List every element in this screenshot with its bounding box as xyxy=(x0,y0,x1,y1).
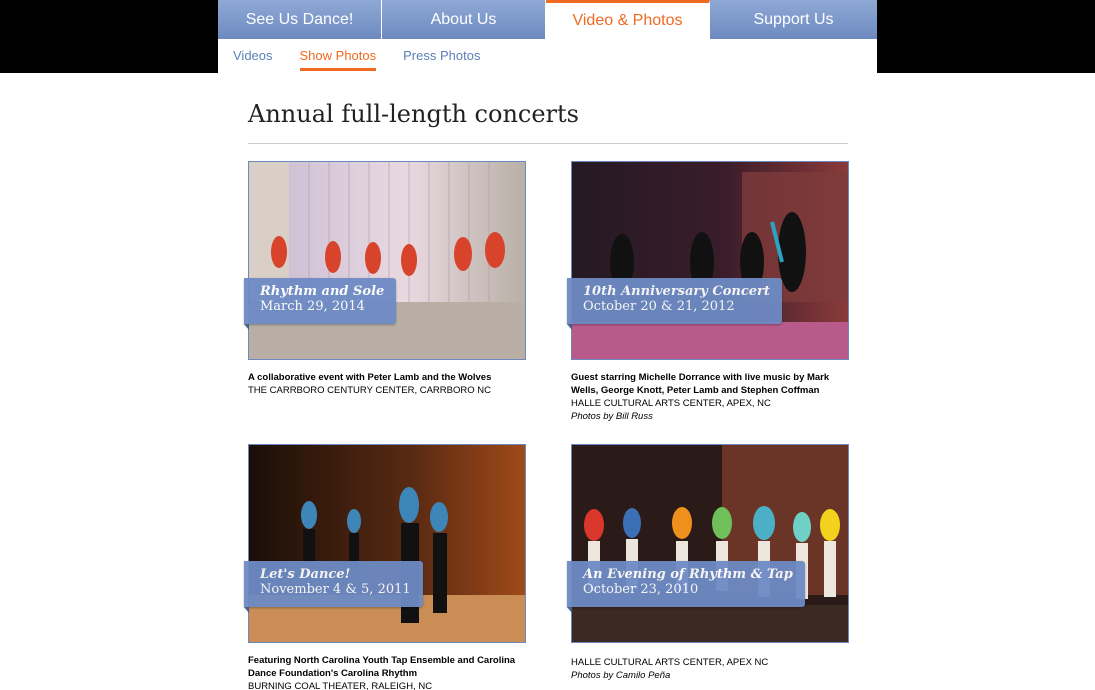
concert-card[interactable]: 10th Anniversary Concert October 20 & 21… xyxy=(567,161,849,423)
event-title: 10th Anniversary Concert xyxy=(583,284,770,299)
stage-photo-dancers xyxy=(572,162,848,359)
main-nav: See Us Dance! About Us Video & Photos Su… xyxy=(218,0,877,39)
event-ribbon: 10th Anniversary Concert October 20 & 21… xyxy=(567,278,782,330)
event-caption: Guest starring Michelle Dorrance with li… xyxy=(571,371,849,423)
concert-card[interactable]: Let's Dance! November 4 & 5, 2011 Featur… xyxy=(244,444,526,690)
tab-about-us[interactable]: About Us xyxy=(382,0,546,39)
subtab-press-photos[interactable]: Press Photos xyxy=(403,48,480,71)
tab-support-us[interactable]: Support Us xyxy=(710,0,877,39)
event-venue: HALLE CULTURAL ARTS CENTER, APEX NC xyxy=(571,657,769,668)
event-caption: Featuring North Carolina Youth Tap Ensem… xyxy=(248,654,526,690)
stage-photo-dancers xyxy=(572,445,848,642)
stage-photo-dancers xyxy=(249,445,525,642)
event-title: Rhythm and Sole xyxy=(260,284,385,299)
event-caption: HALLE CULTURAL ARTS CENTER, APEX NC Phot… xyxy=(571,656,849,682)
event-ribbon: Rhythm and Sole March 29, 2014 xyxy=(244,278,397,330)
event-title: Let's Dance! xyxy=(260,567,351,582)
tab-see-us-dance[interactable]: See Us Dance! xyxy=(218,0,382,39)
concert-photo[interactable]: An Evening of Rhythm & Tap October 23, 2… xyxy=(567,444,849,643)
subtab-videos[interactable]: Videos xyxy=(233,48,273,71)
page-content: See Us Dance! About Us Video & Photos Su… xyxy=(218,0,877,690)
event-venue: HALLE CULTURAL ARTS CENTER, APEX, NC xyxy=(571,398,771,409)
event-date: October 23, 2010 xyxy=(583,582,699,597)
event-ribbon: An Evening of Rhythm & Tap October 23, 2… xyxy=(567,561,805,613)
event-date: October 20 & 21, 2012 xyxy=(583,299,735,314)
subtab-show-photos[interactable]: Show Photos xyxy=(299,48,377,71)
event-caption: A collaborative event with Peter Lamb an… xyxy=(248,371,526,397)
photo-credit: Photos by Bill Russ xyxy=(571,411,653,422)
concert-photo[interactable]: Rhythm and Sole March 29, 2014 xyxy=(244,161,526,360)
event-venue: THE CARRBORO CENTURY CENTER, CARRBORO NC xyxy=(248,385,491,396)
title-divider xyxy=(248,143,848,144)
event-venue: BURNING COAL THEATER, RALEIGH, NC xyxy=(248,681,433,690)
concert-card[interactable]: Rhythm and Sole March 29, 2014 A collabo… xyxy=(244,161,526,397)
left-margin-block xyxy=(0,0,218,73)
sub-nav: Videos Show Photos Press Photos xyxy=(233,48,507,71)
right-margin-block xyxy=(877,0,1095,73)
event-title: An Evening of Rhythm & Tap xyxy=(583,567,793,582)
event-description: Featuring North Carolina Youth Tap Ensem… xyxy=(248,655,516,679)
event-description: Guest starring Michelle Dorrance with li… xyxy=(571,372,830,396)
event-ribbon: Let's Dance! November 4 & 5, 2011 xyxy=(244,561,423,613)
event-description: A collaborative event with Peter Lamb an… xyxy=(248,372,492,383)
concert-photo[interactable]: 10th Anniversary Concert October 20 & 21… xyxy=(567,161,849,360)
page-title: Annual full-length concerts xyxy=(248,100,579,128)
event-date: March 29, 2014 xyxy=(260,299,365,314)
concert-photo[interactable]: Let's Dance! November 4 & 5, 2011 xyxy=(244,444,526,643)
concert-card[interactable]: An Evening of Rhythm & Tap October 23, 2… xyxy=(567,444,849,682)
event-date: November 4 & 5, 2011 xyxy=(260,582,411,597)
photo-credit: Photos by Camilo Peña xyxy=(571,670,671,681)
stage-photo-curtain xyxy=(249,162,525,359)
tab-video-photos[interactable]: Video & Photos xyxy=(546,0,710,39)
